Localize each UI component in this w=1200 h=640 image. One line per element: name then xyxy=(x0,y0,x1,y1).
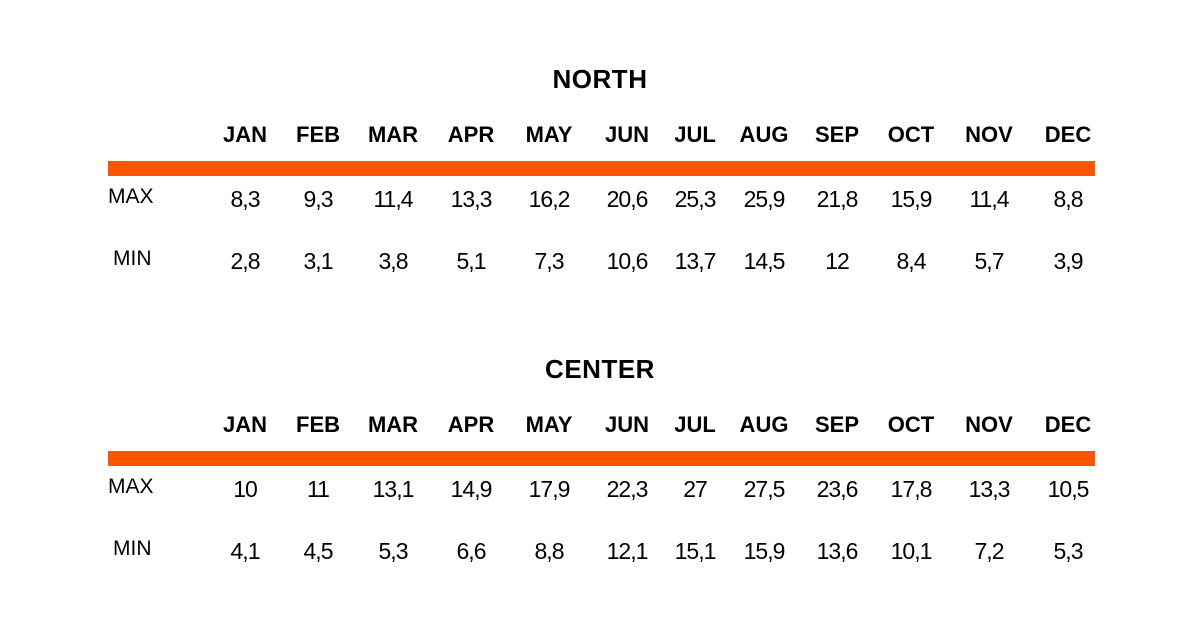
table-cell: 15,9 xyxy=(743,538,786,564)
column-header: SEP xyxy=(814,122,860,147)
table-cell: 5,7 xyxy=(974,248,1005,274)
table-cell: 15,9 xyxy=(890,186,933,212)
table-cell: 14,9 xyxy=(450,476,493,502)
column-header: MAY xyxy=(525,412,573,437)
column-header: JUL xyxy=(674,412,716,437)
table-cell: 25,9 xyxy=(743,186,786,212)
header-divider-bar xyxy=(108,161,1095,176)
row-label-max: MAX xyxy=(108,185,154,208)
table-cell: 7,3 xyxy=(534,248,565,274)
row-label-min: MIN xyxy=(113,247,152,270)
table-cell: 14,5 xyxy=(743,248,786,274)
table-north: NORTH JAN FEB MAR APR MAY JUN JUL AUG SEP OCT NOV DE… xyxy=(0,60,1200,350)
table-cell: 10,6 xyxy=(606,248,649,274)
table-cell: 17,8 xyxy=(890,476,933,502)
table-cell: 15,1 xyxy=(674,538,717,564)
column-header: DEC xyxy=(1044,412,1092,437)
table-cell: 3,8 xyxy=(378,248,409,274)
column-header: SEP xyxy=(814,412,860,437)
table-cell: 9,3 xyxy=(303,186,334,212)
column-header: APR xyxy=(447,412,495,437)
column-header: AUG xyxy=(739,412,789,437)
table-cell: 4,1 xyxy=(230,538,261,564)
table-cell: 6,6 xyxy=(456,538,487,564)
column-header: FEB xyxy=(296,122,340,147)
table-cell: 3,1 xyxy=(303,248,334,274)
column-header: DEC xyxy=(1044,122,1092,147)
table-cell: 17,9 xyxy=(528,476,571,502)
column-header: JAN xyxy=(222,412,268,437)
table-cell: 13,7 xyxy=(674,248,717,274)
table-cell: 25,3 xyxy=(674,186,717,212)
table-cell: 11 xyxy=(307,476,330,502)
table-cell: 13,6 xyxy=(816,538,859,564)
column-header: NOV xyxy=(965,412,1013,437)
column-header: JUN xyxy=(604,412,650,437)
table-cell: 10,5 xyxy=(1047,476,1090,502)
table-cell: 5,1 xyxy=(456,248,487,274)
table-cell: 8,4 xyxy=(896,248,927,274)
table-cell: 11,4 xyxy=(373,186,413,212)
table-cell: 23,6 xyxy=(816,476,859,502)
table-cell: 8,8 xyxy=(1053,186,1084,212)
column-header: MAR xyxy=(367,122,419,147)
table-cell: 5,3 xyxy=(378,538,409,564)
table-cell: 8,8 xyxy=(534,538,565,564)
table-title: CENTER xyxy=(545,354,655,384)
table-center: CENTER JAN FEB MAR APR MAY JUN JUL AUG SEP OCT NOV D… xyxy=(0,350,1200,640)
table-cell: 21,8 xyxy=(816,186,859,212)
table-cell: 12 xyxy=(825,248,850,274)
table-cell: 8,3 xyxy=(230,186,261,212)
table-cell: 5,3 xyxy=(1053,538,1084,564)
table-cell: 12,1 xyxy=(606,538,649,564)
table-cell: 10,1 xyxy=(890,538,933,564)
table-cell: 20,6 xyxy=(606,186,649,212)
table-title: NORTH xyxy=(552,64,648,94)
table-cell: 4,5 xyxy=(303,538,334,564)
table-cell: 7,2 xyxy=(974,538,1005,564)
table-cell: 10 xyxy=(233,476,258,502)
column-header: APR xyxy=(447,122,495,147)
table-cell: 13,1 xyxy=(372,476,415,502)
column-header: JAN xyxy=(222,122,268,147)
column-header: JUN xyxy=(604,122,650,147)
row-label-max: MAX xyxy=(108,475,154,498)
table-cell: 27 xyxy=(683,476,708,502)
column-header: FEB xyxy=(296,412,340,437)
column-header: NOV xyxy=(965,122,1013,147)
column-header: MAY xyxy=(525,122,573,147)
table-cell: 16,2 xyxy=(528,186,571,212)
table-cell: 2,8 xyxy=(230,248,261,274)
table-cell: 13,3 xyxy=(450,186,493,212)
row-label-min: MIN xyxy=(113,537,152,560)
column-header: OCT xyxy=(887,412,935,437)
table-cell: 13,3 xyxy=(968,476,1011,502)
column-header: AUG xyxy=(739,122,789,147)
column-header: JUL xyxy=(674,122,716,147)
column-header: OCT xyxy=(887,122,935,147)
header-divider-bar xyxy=(108,451,1095,466)
table-cell: 3,9 xyxy=(1053,248,1084,274)
table-cell: 27,5 xyxy=(743,476,786,502)
table-cell: 11,4 xyxy=(969,186,1009,212)
column-header: MAR xyxy=(367,412,419,437)
table-cell: 22,3 xyxy=(606,476,649,502)
